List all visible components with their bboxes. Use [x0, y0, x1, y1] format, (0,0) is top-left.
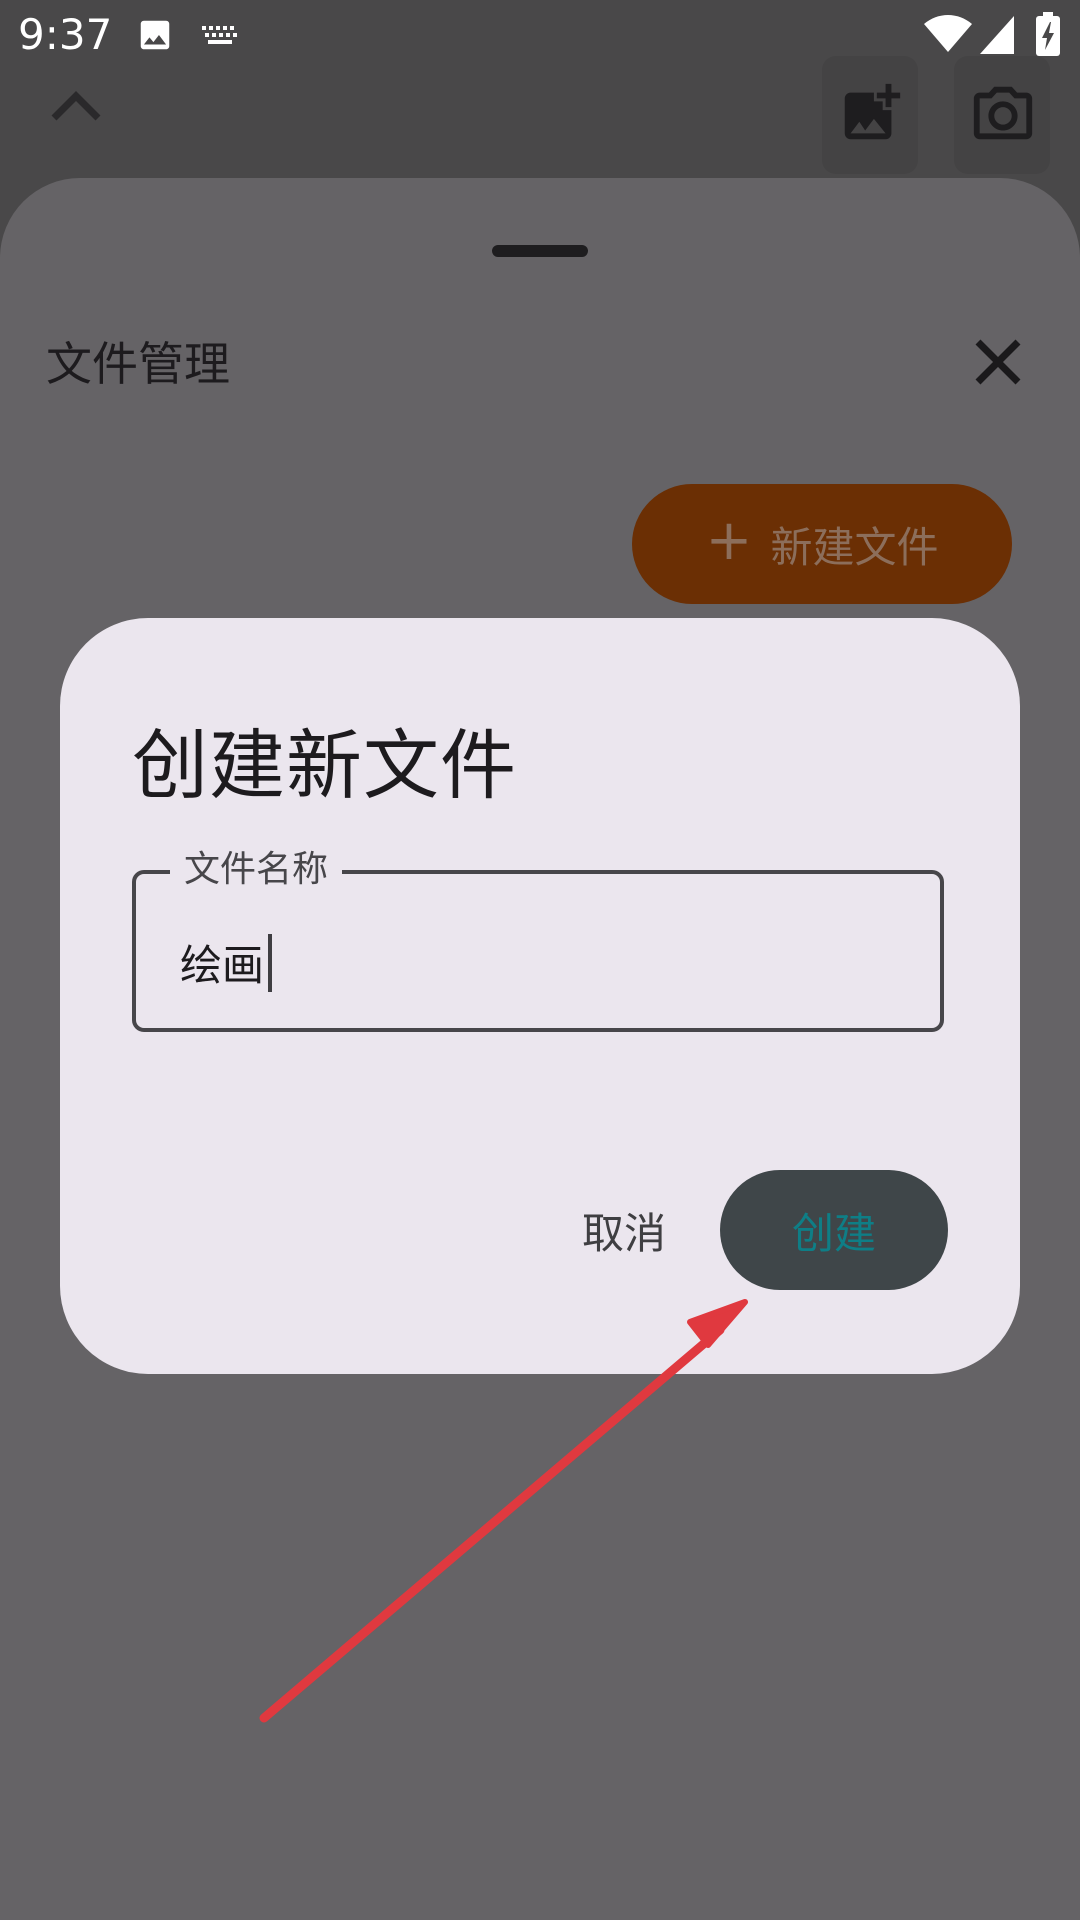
- add-photo-icon: [844, 83, 901, 140]
- text-cursor: [268, 933, 273, 992]
- image-icon: [136, 16, 174, 58]
- status-time: 9:37: [18, 10, 113, 59]
- chevron-up-icon[interactable]: [48, 88, 104, 128]
- status-bar: 9:37: [0, 0, 1080, 72]
- new-file-button[interactable]: + 新建文件: [632, 484, 1012, 604]
- camera-icon: [973, 86, 1033, 140]
- file-name-field[interactable]: 文件名称 绘画: [132, 840, 944, 1032]
- camera-button[interactable]: [954, 56, 1050, 174]
- file-name-label: 文件名称: [170, 840, 343, 892]
- file-name-value: 绘画: [180, 941, 265, 990]
- wifi-icon: [924, 14, 972, 58]
- drag-handle[interactable]: [492, 245, 588, 257]
- signal-icon: [980, 16, 1014, 58]
- create-file-dialog: 创建新文件 文件名称 绘画 取消 创建: [60, 618, 1020, 1374]
- file-name-input[interactable]: 绘画: [180, 932, 273, 993]
- new-file-label: 新建文件: [770, 522, 939, 572]
- create-button[interactable]: 创建: [720, 1170, 948, 1290]
- cancel-button[interactable]: 取消: [544, 1170, 704, 1290]
- keyboard-icon: [200, 24, 240, 52]
- plus-icon: +: [705, 508, 753, 573]
- sheet-title: 文件管理: [46, 337, 230, 391]
- close-icon: [975, 339, 1021, 385]
- add-photo-button[interactable]: [822, 56, 918, 174]
- battery-charging-icon: [1036, 12, 1060, 60]
- dialog-title: 创建新文件: [132, 721, 517, 810]
- close-button[interactable]: [966, 330, 1030, 394]
- screen: 9:37 文件管理 + 新建文件 创建新文件 文件名称 绘画 取消 创建: [0, 0, 1080, 1920]
